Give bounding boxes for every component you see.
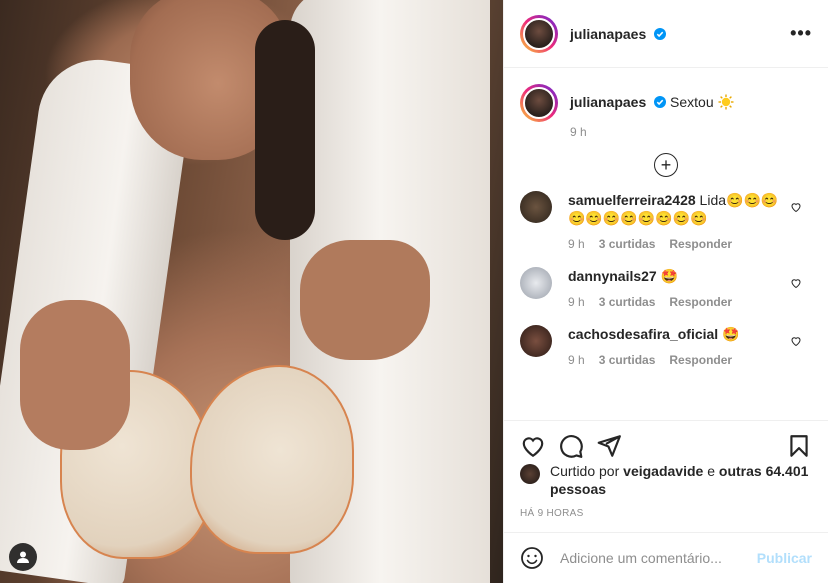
author-avatar[interactable]	[520, 84, 558, 122]
commenter-avatar[interactable]	[520, 325, 552, 357]
plus-circle-icon[interactable]: +	[654, 153, 678, 177]
emoji-icon[interactable]	[520, 546, 544, 570]
post-header: julianapaes •••	[504, 0, 828, 68]
caption-text: Sextou	[670, 94, 714, 110]
sun-emoji	[718, 94, 734, 110]
liker-avatar[interactable]	[520, 464, 540, 484]
verified-icon	[654, 96, 667, 108]
reply-button[interactable]: Responder	[669, 293, 732, 311]
author-username[interactable]: julianapaes	[570, 26, 667, 42]
share-icon[interactable]	[596, 433, 622, 459]
post-timestamp[interactable]: HÁ 9 HORAS	[520, 508, 584, 519]
photo-hand	[300, 240, 430, 360]
user-tag-icon[interactable]	[9, 543, 37, 571]
comment-input[interactable]	[558, 549, 757, 567]
comment-likes[interactable]: 3 curtidas	[599, 293, 656, 311]
comments-list: julianapaes Sextou 9 h + samuelferreira2…	[504, 68, 828, 420]
add-comment-bar: Publicar	[504, 532, 828, 583]
heart-icon[interactable]	[790, 335, 802, 347]
photo-bikini	[190, 365, 354, 554]
comment-item: cachosdesafira_oficial 🤩 9 h 3 curtidas …	[504, 311, 828, 369]
commenter-username[interactable]: dannynails27	[568, 268, 657, 284]
caption-time: 9 h	[570, 125, 587, 139]
likes-summary: Curtido por veigadavide e outras 64.401 …	[520, 462, 812, 498]
author-avatar[interactable]	[520, 14, 558, 53]
comment-time[interactable]: 9 h	[568, 235, 585, 253]
liked-by-and: e	[707, 463, 715, 479]
save-icon[interactable]	[786, 433, 812, 459]
comment-item: dannynails27 🤩 9 h 3 curtidas Responder	[504, 253, 828, 311]
photo-subject-hair	[255, 20, 315, 240]
comment-time[interactable]: 9 h	[568, 351, 585, 369]
reply-button[interactable]: Responder	[669, 235, 732, 253]
post-caption: julianapaes Sextou 9 h	[504, 68, 828, 141]
comment-text: 🤩	[722, 326, 740, 342]
caption-username[interactable]: julianapaes	[570, 94, 646, 110]
commenter-avatar[interactable]	[520, 267, 552, 299]
commenter-avatar[interactable]	[520, 191, 552, 223]
comment-item: samuelferreira2428 Lida😊😊😊😊😊😊😊😊😊😊😊 9 h 3…	[504, 177, 828, 253]
heart-icon[interactable]	[790, 277, 802, 289]
post-photo[interactable]	[0, 0, 503, 583]
commenter-username[interactable]: samuelferreira2428	[568, 192, 696, 208]
comment-likes[interactable]: 3 curtidas	[599, 351, 656, 369]
comment-likes[interactable]: 3 curtidas	[599, 235, 656, 253]
more-icon[interactable]: •••	[790, 23, 812, 44]
comment-icon[interactable]	[558, 433, 584, 459]
post-modal: julianapaes ••• julianapaes Sextou 9 h +	[0, 0, 828, 583]
heart-icon[interactable]	[790, 201, 802, 213]
comment-text: 🤩	[660, 268, 679, 284]
reply-button[interactable]: Responder	[669, 351, 732, 369]
publish-button[interactable]: Publicar	[757, 550, 812, 566]
photo-hand	[20, 300, 130, 450]
commenter-username[interactable]: cachosdesafira_oficial	[568, 326, 718, 342]
heart-icon[interactable]	[520, 433, 546, 459]
liked-by-prefix: Curtido por	[550, 463, 620, 479]
liked-by-user[interactable]: veigadavide	[623, 463, 703, 479]
verified-icon	[654, 27, 667, 40]
post-sidebar: julianapaes ••• julianapaes Sextou 9 h +	[503, 0, 828, 583]
comment-time[interactable]: 9 h	[568, 293, 585, 311]
